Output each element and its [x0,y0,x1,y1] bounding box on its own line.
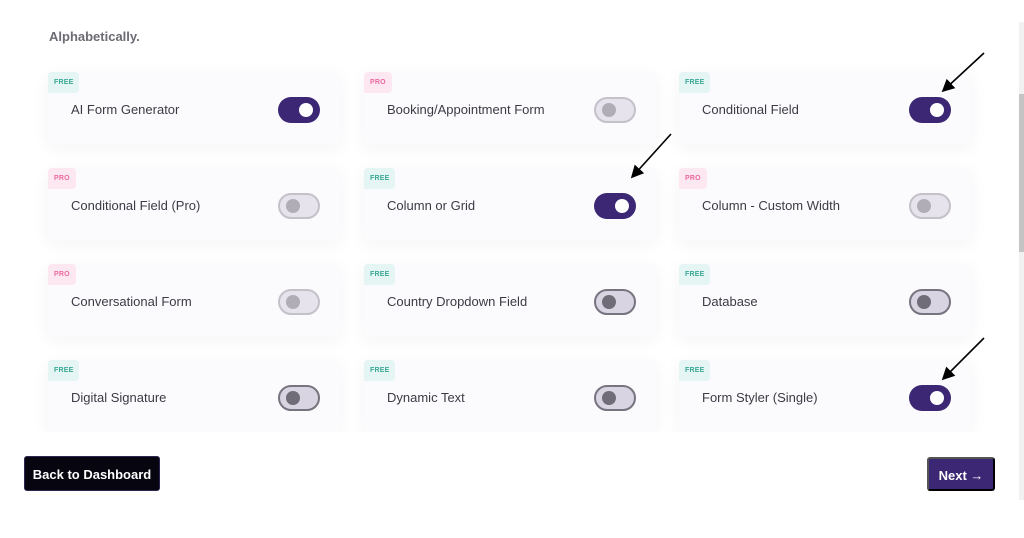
module-setup-page: Alphabetically. FREE AI Form Generator PRO… [0,0,1024,538]
module-card: FREE Column or Grid [364,168,656,240]
module-label: Digital Signature [71,390,167,405]
module-toggle [909,193,951,219]
module-label: Country Dropdown Field [387,294,528,309]
module-label: AI Form Generator [71,102,180,117]
module-label: Database [702,294,758,309]
module-toggle[interactable] [909,97,951,123]
module-card: FREE Country Dropdown Field [364,264,656,336]
free-badge: FREE [48,360,80,381]
module-card: FREE Database [679,264,971,336]
free-badge: FREE [364,264,396,285]
module-toggle[interactable] [594,385,636,411]
module-toggle [594,97,636,123]
module-label: Column or Grid [387,198,476,213]
module-label: Column - Custom Width [702,198,840,213]
toggle-knob [602,295,616,309]
module-label: Booking/Appointment Form [387,102,545,117]
pro-badge: PRO [48,168,76,189]
module-label: Conditional Field (Pro) [71,198,201,213]
module-card: FREE Conditional Field [679,72,971,144]
module-card: FREE Digital Signature [48,360,340,432]
module-label: Conversational Form [71,294,192,309]
toggle-knob [930,103,944,117]
toggle-knob [286,391,300,405]
module-toggle [278,289,320,315]
free-badge: FREE [679,264,711,285]
module-label: Dynamic Text [387,390,465,405]
module-card: FREE Dynamic Text [364,360,656,432]
pro-badge: PRO [679,168,707,189]
module-toggle[interactable] [278,385,320,411]
module-toggle [278,193,320,219]
back-to-dashboard-button[interactable]: Back to Dashboard [24,456,160,491]
module-toggle[interactable] [594,289,636,315]
toggle-knob [917,295,931,309]
free-badge: FREE [679,72,711,93]
module-card: PRO Column - Custom Width [679,168,971,240]
free-badge: FREE [48,72,80,93]
scrollbar-thumb[interactable] [1019,94,1024,252]
module-card: PRO Booking/Appointment Form [364,72,656,144]
toggle-knob [615,199,629,213]
next-label: Next [938,468,967,483]
toggle-knob [602,103,616,117]
module-label: Conditional Field [702,102,799,117]
intro-text: Alphabetically. [49,29,140,44]
module-toggle[interactable] [278,97,320,123]
module-toggle[interactable] [909,289,951,315]
toggle-knob [286,199,300,213]
module-card: FREE Form Styler (Single) [679,360,971,432]
free-badge: FREE [364,360,396,381]
module-card: PRO Conditional Field (Pro) [48,168,340,240]
toggle-knob [930,391,944,405]
arrow-right-icon: → [970,468,984,483]
scrollbar[interactable] [1019,22,1024,500]
module-grid: FREE AI Form Generator PRO Booking/Appointm… [30,56,1000,432]
module-card: FREE AI Form Generator [48,72,340,144]
pro-badge: PRO [48,264,76,285]
free-badge: FREE [679,360,711,381]
pro-badge: PRO [364,72,392,93]
toggle-knob [602,391,616,405]
toggle-knob [286,295,300,309]
free-badge: FREE [364,168,396,189]
module-toggle[interactable] [909,385,951,411]
module-toggle[interactable] [594,193,636,219]
module-label: Form Styler (Single) [702,390,818,405]
module-card: PRO Conversational Form [48,264,340,336]
next-button[interactable]: Next → [927,457,995,491]
toggle-knob [917,199,931,213]
toggle-knob [299,103,313,117]
